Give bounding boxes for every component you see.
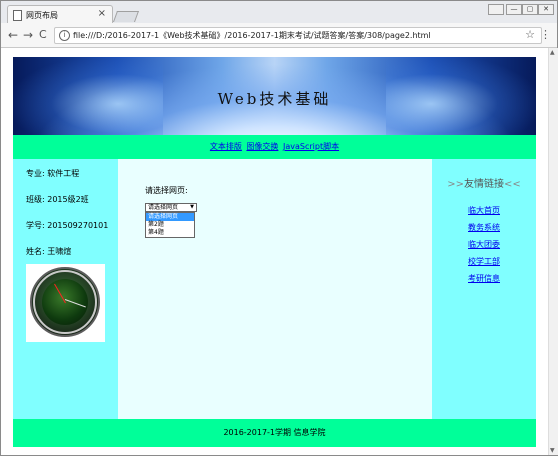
select-option[interactable]: 第2题 — [146, 221, 194, 229]
web-page: Web技术基础 文本排版 图像交换 JavaScript脚本 专业: 软件工程 … — [13, 57, 536, 447]
banner: Web技术基础 — [13, 57, 536, 135]
forward-icon[interactable]: → — [23, 28, 33, 42]
select-prompt: 请选择网页: — [145, 186, 188, 195]
browser-window: 网页布局 × — ▢ ✕ ← → C i file:///D:/2016-201… — [0, 0, 558, 456]
footer: 2016-2017-1学期 信息学院 — [13, 419, 536, 447]
browser-tab[interactable]: 网页布局 × — [7, 5, 113, 24]
student-id-text: 学号: 201509270101 — [26, 221, 109, 230]
nav-bar: 文本排版 图像交换 JavaScript脚本 — [13, 135, 536, 159]
scroll-down-icon[interactable]: ▼ — [550, 447, 555, 454]
title-bar: 网页布局 × — ▢ ✕ — [1, 1, 557, 24]
chevron-down-icon[interactable]: ▼ — [190, 204, 194, 211]
links-title: >>友情链接<< — [432, 175, 536, 190]
nav-link-image-swap[interactable]: 图像交换 — [246, 142, 278, 151]
close-button[interactable]: ✕ — [538, 4, 554, 15]
new-tab-button[interactable] — [112, 11, 140, 22]
page-title: Web技术基础 — [217, 90, 332, 108]
major-text: 专业: 软件工程 — [26, 169, 80, 178]
link-youth-league[interactable]: 临大团委 — [432, 239, 536, 250]
links-title-arrow-left: >> — [447, 179, 464, 190]
address-bar[interactable]: i file:///D:/2016-2017-1《Web技术基础》/2016-2… — [54, 27, 542, 44]
minimize-button[interactable]: — — [506, 4, 522, 15]
bookmark-star-icon[interactable]: ☆ — [525, 28, 535, 41]
menu-icon[interactable]: ⋮ — [540, 28, 551, 41]
user-icon[interactable] — [488, 4, 504, 15]
scroll-up-icon[interactable]: ▲ — [550, 49, 555, 56]
page-viewport: Web技术基础 文本排版 图像交换 JavaScript脚本 专业: 软件工程 … — [1, 48, 548, 455]
url-text[interactable]: file:///D:/2016-2017-1《Web技术基础》/2016-201… — [73, 30, 431, 41]
main-content: 请选择网页: 请选择网页 ▼ 请选择网页 第2题 第4题 — [118, 159, 432, 419]
page-icon — [13, 10, 22, 21]
vertical-scrollbar[interactable]: ▲ ▼ — [548, 48, 558, 455]
link-student-affairs[interactable]: 校学工部 — [432, 256, 536, 267]
link-academic-system[interactable]: 教务系统 — [432, 222, 536, 233]
link-graduate-exam[interactable]: 考研信息 — [432, 273, 536, 284]
links-title-arrow-right: << — [504, 179, 521, 190]
tab-close-icon[interactable]: × — [98, 8, 106, 19]
back-icon[interactable]: ← — [8, 28, 18, 42]
right-sidebar: >>友情链接<< 临大首页 教务系统 临大团委 校学工部 考研信息 — [432, 159, 536, 419]
page-select[interactable]: 请选择网页 ▼ — [145, 203, 197, 212]
select-dropdown: 请选择网页 第2题 第4题 — [145, 212, 195, 238]
tab-title: 网页布局 — [26, 11, 58, 20]
page-select-value: 请选择网页 — [148, 204, 179, 211]
clock-face — [30, 267, 100, 337]
left-sidebar: 专业: 软件工程 班级: 2015级2班 学号: 201509270101 姓名… — [13, 159, 118, 419]
select-option[interactable]: 第4题 — [146, 229, 194, 237]
maximize-button[interactable]: ▢ — [522, 4, 538, 15]
class-text: 班级: 2015级2班 — [26, 195, 89, 204]
link-university-home[interactable]: 临大首页 — [432, 205, 536, 216]
select-option[interactable]: 请选择网页 — [146, 213, 194, 221]
name-text: 姓名: 王啸煊 — [26, 247, 72, 256]
reload-icon[interactable]: C — [39, 28, 47, 42]
nav-link-javascript[interactable]: JavaScript脚本 — [283, 142, 339, 151]
links-title-text: 友情链接 — [464, 179, 504, 190]
clock-widget — [26, 264, 105, 342]
info-icon[interactable]: i — [59, 30, 70, 41]
nav-link-text-layout[interactable]: 文本排版 — [210, 142, 242, 151]
address-toolbar: ← → C i file:///D:/2016-2017-1《Web技术基础》/… — [1, 23, 557, 48]
